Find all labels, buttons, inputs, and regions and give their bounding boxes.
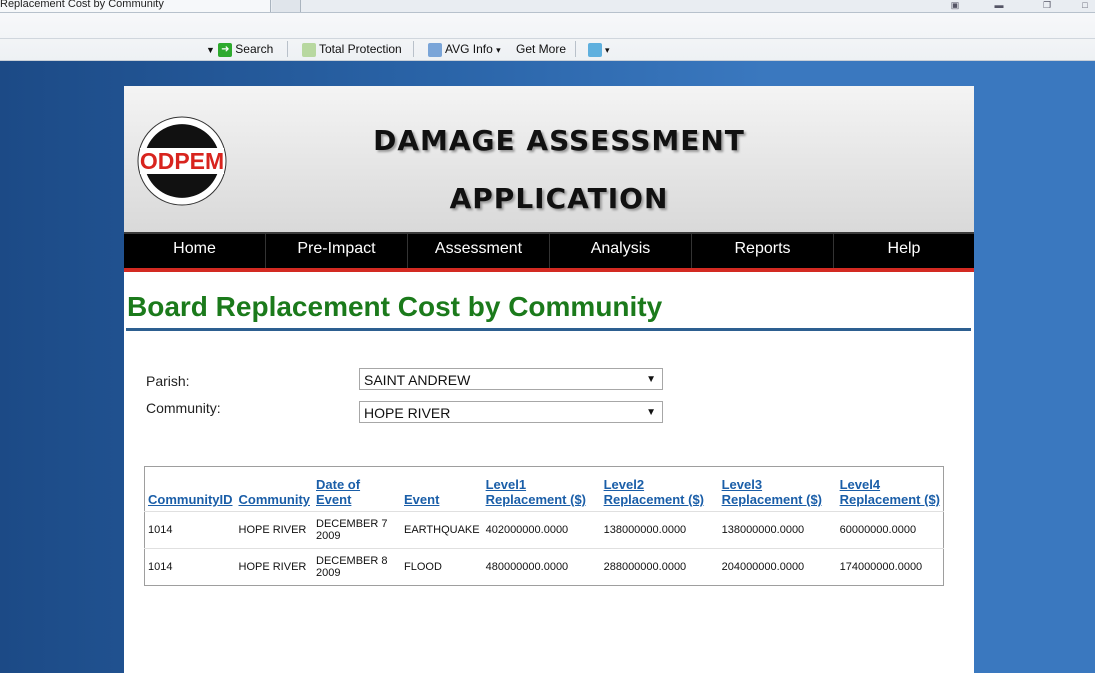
parish-select-value: SAINT ANDREW (364, 372, 471, 388)
new-tab-button[interactable] (272, 0, 301, 12)
browser-tab-bar: Replacement Cost by Community ▣ ▬ ❐ □ (0, 0, 1095, 13)
toolbar-divider (575, 41, 576, 57)
app-title-line2: APPLICATION (449, 182, 669, 215)
app-banner: ODPEM DAMAGE ASSESSMENT APPLICATION (124, 86, 974, 232)
search-dropdown[interactable]: ▼ ➜ Search (206, 39, 273, 60)
table-header-row: CommunityID Community Date of Event Even… (145, 467, 944, 512)
cell-level2: 288000000.0000 (600, 548, 719, 586)
cell-level1: 402000000.0000 (482, 511, 601, 549)
search-go-icon: ➜ (218, 42, 233, 57)
replacement-cost-table: CommunityID Community Date of Event Even… (144, 466, 944, 586)
browser-toolbar: ▼ ➜ Search Total Protection AVG Info ▾ Ge… (0, 13, 1095, 61)
column-header-level3-replacement[interactable]: Level3 Replacement ($) (719, 467, 837, 512)
total-protection-button[interactable]: Total Protection (302, 39, 402, 59)
community-label: Community: (146, 400, 221, 416)
cell-level3: 138000000.0000 (718, 511, 837, 549)
info-icon (428, 42, 442, 57)
cell-event: EARTHQUAKE (401, 511, 483, 549)
cell-level4: 174000000.0000 (836, 548, 944, 586)
cell-level1: 480000000.0000 (482, 548, 601, 586)
table-row: 1014 HOPE RIVER DECEMBER 8 2009 FLOOD 48… (144, 548, 944, 586)
column-header-event[interactable]: Event (401, 467, 483, 512)
cell-date-of-event: DECEMBER 8 2009 (313, 548, 401, 586)
cell-level3: 204000000.0000 (718, 548, 837, 586)
community-select-value: HOPE RIVER (364, 405, 451, 421)
column-header-level1-replacement[interactable]: Level1 Replacement ($) (483, 467, 601, 512)
parish-select[interactable]: SAINT ANDREW ▼ (359, 368, 663, 390)
cell-level4: 60000000.0000 (836, 511, 944, 549)
get-more-button[interactable]: Get More (516, 39, 566, 59)
nav-item-help[interactable]: Help (834, 234, 974, 268)
cell-community: HOPE RIVER (235, 548, 313, 586)
page-title: Board Replacement Cost by Community (127, 291, 663, 322)
shield-icon (302, 42, 316, 57)
chevron-down-icon: ▼ (206, 45, 215, 55)
chevron-down-icon: ▼ (646, 407, 656, 418)
globe-icon (588, 42, 602, 57)
nav-item-reports[interactable]: Reports (692, 234, 833, 268)
chevron-down-icon: ▼ (646, 374, 656, 385)
extra-tool-button[interactable]: ▾ (588, 39, 610, 60)
window-icon[interactable]: ▣ (948, 1, 962, 10)
chevron-down-icon: ▾ (496, 45, 501, 55)
cell-communityid: 1014 (144, 548, 236, 586)
main-nav: Home Pre-Impact Assessment Analysis Repo… (124, 232, 974, 272)
toolbar-divider (413, 41, 414, 57)
column-header-community[interactable]: Community (236, 467, 314, 512)
community-select[interactable]: HOPE RIVER ▼ (359, 401, 663, 423)
cell-event: FLOOD (401, 548, 483, 586)
column-header-date-of-event[interactable]: Date of Event (313, 467, 401, 512)
title-rule (126, 328, 971, 331)
close-icon[interactable]: □ (1078, 1, 1092, 10)
nav-item-analysis[interactable]: Analysis (550, 234, 691, 268)
cell-community: HOPE RIVER (235, 511, 313, 549)
chevron-down-icon: ▾ (605, 45, 610, 55)
toolbar-divider (287, 41, 288, 57)
app-title-line1: DAMAGE ASSESSMENT (373, 124, 745, 157)
cell-communityid: 1014 (144, 511, 236, 549)
address-area (0, 13, 1095, 39)
parish-label: Parish: (146, 373, 190, 389)
minimize-icon[interactable]: ▬ (992, 1, 1006, 10)
column-header-level4-replacement[interactable]: Level4 Replacement ($) (837, 467, 944, 512)
tab-title: Replacement Cost by Community (0, 0, 164, 10)
avg-info-button[interactable]: AVG Info ▾ (428, 39, 501, 60)
cell-date-of-event: DECEMBER 7 2009 (313, 511, 401, 549)
odpem-logo: ODPEM (137, 116, 227, 206)
app-title: DAMAGE ASSESSMENT APPLICATION (349, 112, 769, 228)
nav-item-assessment[interactable]: Assessment (408, 234, 549, 268)
nav-item-pre-impact[interactable]: Pre-Impact (266, 234, 407, 268)
browser-tab[interactable]: Replacement Cost by Community (0, 0, 271, 12)
table-row: 1014 HOPE RIVER DECEMBER 7 2009 EARTHQUA… (144, 511, 944, 549)
column-header-level2-replacement[interactable]: Level2 Replacement ($) (601, 467, 719, 512)
web-page: ODPEM DAMAGE ASSESSMENT APPLICATION Home… (124, 86, 974, 673)
column-header-communityid[interactable]: CommunityID (145, 467, 236, 512)
logo-text: ODPEM (140, 148, 224, 174)
nav-item-home[interactable]: Home (124, 234, 265, 268)
restore-icon[interactable]: ❐ (1040, 1, 1054, 10)
cell-level2: 138000000.0000 (600, 511, 719, 549)
